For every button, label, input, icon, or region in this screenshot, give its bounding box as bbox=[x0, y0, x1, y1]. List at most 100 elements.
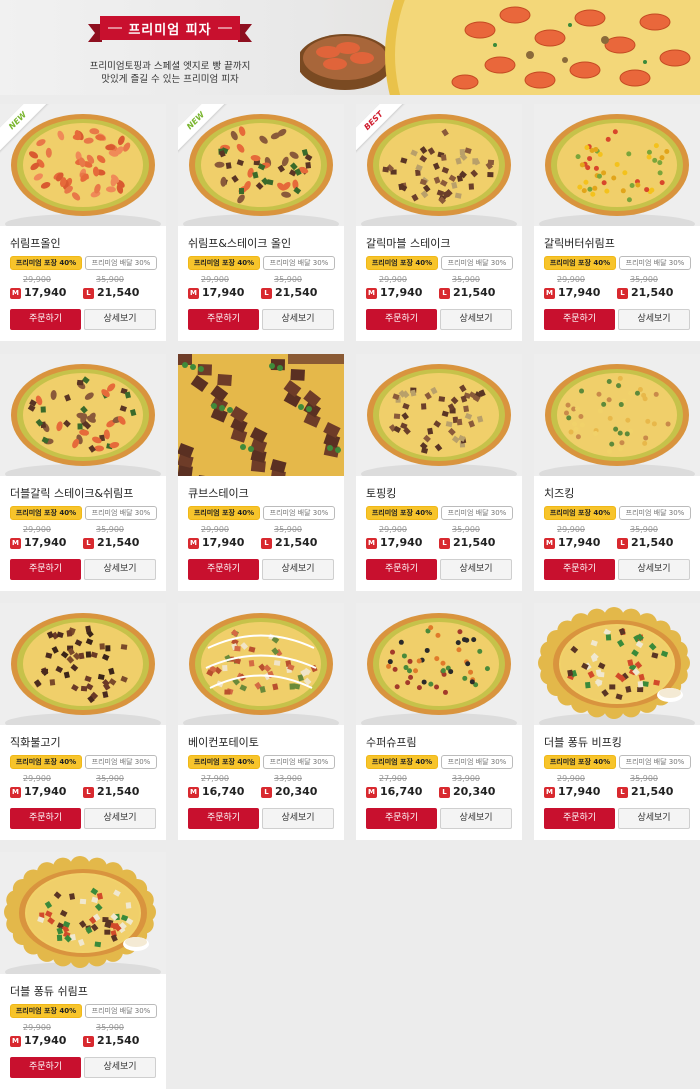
delivery-discount-tag: 프리미엄 배달 30% bbox=[85, 256, 157, 270]
banner-subtitle: 프리미엄토핑과 스페셜 엣지로 빵 끝까지 맛있게 즐길 수 있는 프리미엄 피… bbox=[60, 60, 280, 86]
pizza-image[interactable] bbox=[356, 603, 522, 725]
detail-button[interactable]: 상세보기 bbox=[440, 808, 512, 829]
sale-price-l: 21,540 bbox=[97, 785, 140, 798]
pizza-image[interactable] bbox=[178, 354, 344, 476]
product-name[interactable]: 더블 퐁듀 비프킹 bbox=[544, 734, 622, 750]
order-button[interactable]: 주문하기 bbox=[366, 559, 437, 580]
detail-button[interactable]: 상세보기 bbox=[84, 559, 156, 580]
order-button[interactable]: 주문하기 bbox=[366, 808, 437, 829]
product-name[interactable]: 더블갈릭 스테이크&쉬림프 bbox=[10, 485, 133, 501]
size-m-icon: M bbox=[544, 787, 555, 798]
pizza-image[interactable] bbox=[534, 603, 700, 725]
original-price-l: 35,900 bbox=[274, 525, 302, 534]
sale-price-l: 20,340 bbox=[453, 785, 496, 798]
sale-price-l: 21,540 bbox=[631, 536, 674, 549]
sale-price-m: 16,740 bbox=[380, 785, 423, 798]
detail-button[interactable]: 상세보기 bbox=[440, 559, 512, 580]
original-price-m: 29,900 bbox=[23, 1023, 51, 1032]
order-button[interactable]: 주문하기 bbox=[10, 808, 81, 829]
detail-button[interactable]: 상세보기 bbox=[84, 309, 156, 330]
detail-button[interactable]: 상세보기 bbox=[618, 808, 690, 829]
original-price-l: 33,900 bbox=[274, 774, 302, 783]
order-button[interactable]: 주문하기 bbox=[10, 559, 81, 580]
pizza-image[interactable] bbox=[178, 603, 344, 725]
detail-button[interactable]: 상세보기 bbox=[618, 559, 690, 580]
size-l-icon: L bbox=[439, 288, 450, 299]
title-ribbon: 프리미엄 피자 bbox=[88, 14, 252, 46]
page-title: 프리미엄 피자 bbox=[128, 23, 212, 38]
original-price-l: 35,900 bbox=[452, 525, 480, 534]
order-button[interactable]: 주문하기 bbox=[188, 559, 259, 580]
order-button[interactable]: 주문하기 bbox=[544, 559, 615, 580]
sale-price-l: 21,540 bbox=[631, 785, 674, 798]
product-card: 더블 퐁듀 쉬림프 프리미엄 포장 40% 프리미엄 배달 30% 29,900 35,… bbox=[0, 852, 166, 1089]
original-price-m: 29,900 bbox=[23, 525, 51, 534]
delivery-discount-tag: 프리미엄 배달 30% bbox=[441, 256, 513, 270]
pizza-image[interactable] bbox=[534, 104, 700, 226]
product-name[interactable]: 갈릭버터쉬림프 bbox=[544, 235, 615, 251]
delivery-discount-tag: 프리미엄 배달 30% bbox=[263, 256, 335, 270]
product-card: 직화불고기 프리미엄 포장 40% 프리미엄 배달 30% 29,900 35,900 M… bbox=[0, 603, 166, 840]
delivery-discount-tag: 프리미엄 배달 30% bbox=[85, 1004, 157, 1018]
original-price-m: 29,900 bbox=[23, 275, 51, 284]
sale-price-m: 17,940 bbox=[380, 286, 423, 299]
original-price-m: 29,900 bbox=[201, 275, 229, 284]
sale-price-l: 21,540 bbox=[97, 286, 140, 299]
order-button[interactable]: 주문하기 bbox=[544, 808, 615, 829]
product-card: 더블 퐁듀 비프킹 프리미엄 포장 40% 프리미엄 배달 30% 29,900 35,… bbox=[534, 603, 700, 840]
product-name[interactable]: 더블 퐁듀 쉬림프 bbox=[10, 983, 88, 999]
pizza-image[interactable] bbox=[356, 354, 522, 476]
product-name[interactable]: 토핑킹 bbox=[366, 485, 396, 501]
pizza-image[interactable] bbox=[0, 354, 166, 476]
order-button[interactable]: 주문하기 bbox=[10, 1057, 81, 1078]
pizza-image[interactable] bbox=[534, 354, 700, 476]
product-name[interactable]: 치즈킹 bbox=[544, 485, 574, 501]
pickup-discount-tag: 프리미엄 포장 40% bbox=[366, 506, 438, 520]
detail-button[interactable]: 상세보기 bbox=[440, 309, 512, 330]
delivery-discount-tag: 프리미엄 배달 30% bbox=[85, 506, 157, 520]
detail-button[interactable]: 상세보기 bbox=[84, 808, 156, 829]
detail-button[interactable]: 상세보기 bbox=[262, 559, 334, 580]
original-price-m: 27,900 bbox=[379, 774, 407, 783]
sale-price-l: 21,540 bbox=[97, 1034, 140, 1047]
size-m-icon: M bbox=[188, 288, 199, 299]
size-m-icon: M bbox=[10, 787, 21, 798]
delivery-discount-tag: 프리미엄 배달 30% bbox=[619, 256, 691, 270]
detail-button[interactable]: 상세보기 bbox=[262, 309, 334, 330]
product-card: 토핑킹 프리미엄 포장 40% 프리미엄 배달 30% 29,900 35,900 M 17… bbox=[356, 354, 522, 591]
sale-price-l: 21,540 bbox=[275, 286, 318, 299]
size-m-icon: M bbox=[366, 787, 377, 798]
product-name[interactable]: 직화불고기 bbox=[10, 734, 61, 750]
pickup-discount-tag: 프리미엄 포장 40% bbox=[544, 256, 616, 270]
order-button[interactable]: 주문하기 bbox=[188, 808, 259, 829]
pizza-image[interactable] bbox=[0, 603, 166, 725]
order-button[interactable]: 주문하기 bbox=[10, 309, 81, 330]
original-price-m: 27,900 bbox=[201, 774, 229, 783]
order-button[interactable]: 주문하기 bbox=[366, 309, 437, 330]
product-card: BEST 갈릭마블 스테이크 프리미엄 포장 40% 프리미엄 배달 30% 29,90… bbox=[356, 104, 522, 341]
order-button[interactable]: 주문하기 bbox=[544, 309, 615, 330]
size-m-icon: M bbox=[188, 538, 199, 549]
pickup-discount-tag: 프리미엄 포장 40% bbox=[10, 256, 82, 270]
original-price-l: 33,900 bbox=[452, 774, 480, 783]
order-button[interactable]: 주문하기 bbox=[188, 309, 259, 330]
product-name[interactable]: 쉬림프&스테이크 올인 bbox=[188, 235, 291, 251]
product-name[interactable]: 쉬림프올인 bbox=[10, 235, 61, 251]
detail-button[interactable]: 상세보기 bbox=[262, 808, 334, 829]
product-name[interactable]: 수퍼슈프림 bbox=[366, 734, 417, 750]
detail-button[interactable]: 상세보기 bbox=[618, 309, 690, 330]
size-m-icon: M bbox=[366, 288, 377, 299]
original-price-l: 35,900 bbox=[96, 525, 124, 534]
pizza-image[interactable] bbox=[0, 852, 166, 974]
pizza-illustration bbox=[5, 613, 161, 725]
sale-price-m: 17,940 bbox=[24, 286, 67, 299]
detail-button[interactable]: 상세보기 bbox=[84, 1057, 156, 1078]
product-card: NEW 쉬림프&스테이크 올인 프리미엄 포장 40% 프리미엄 배달 30% 29,9… bbox=[178, 104, 344, 341]
size-m-icon: M bbox=[10, 288, 21, 299]
product-name[interactable]: 큐브스테이크 bbox=[188, 485, 249, 501]
original-price-l: 35,900 bbox=[630, 525, 658, 534]
product-card: 수퍼슈프림 프리미엄 포장 40% 프리미엄 배달 30% 27,900 33,900 M… bbox=[356, 603, 522, 840]
product-name[interactable]: 갈릭마블 스테이크 bbox=[366, 235, 450, 251]
original-price-m: 29,900 bbox=[201, 525, 229, 534]
product-name[interactable]: 베이컨포테이토 bbox=[188, 734, 259, 750]
